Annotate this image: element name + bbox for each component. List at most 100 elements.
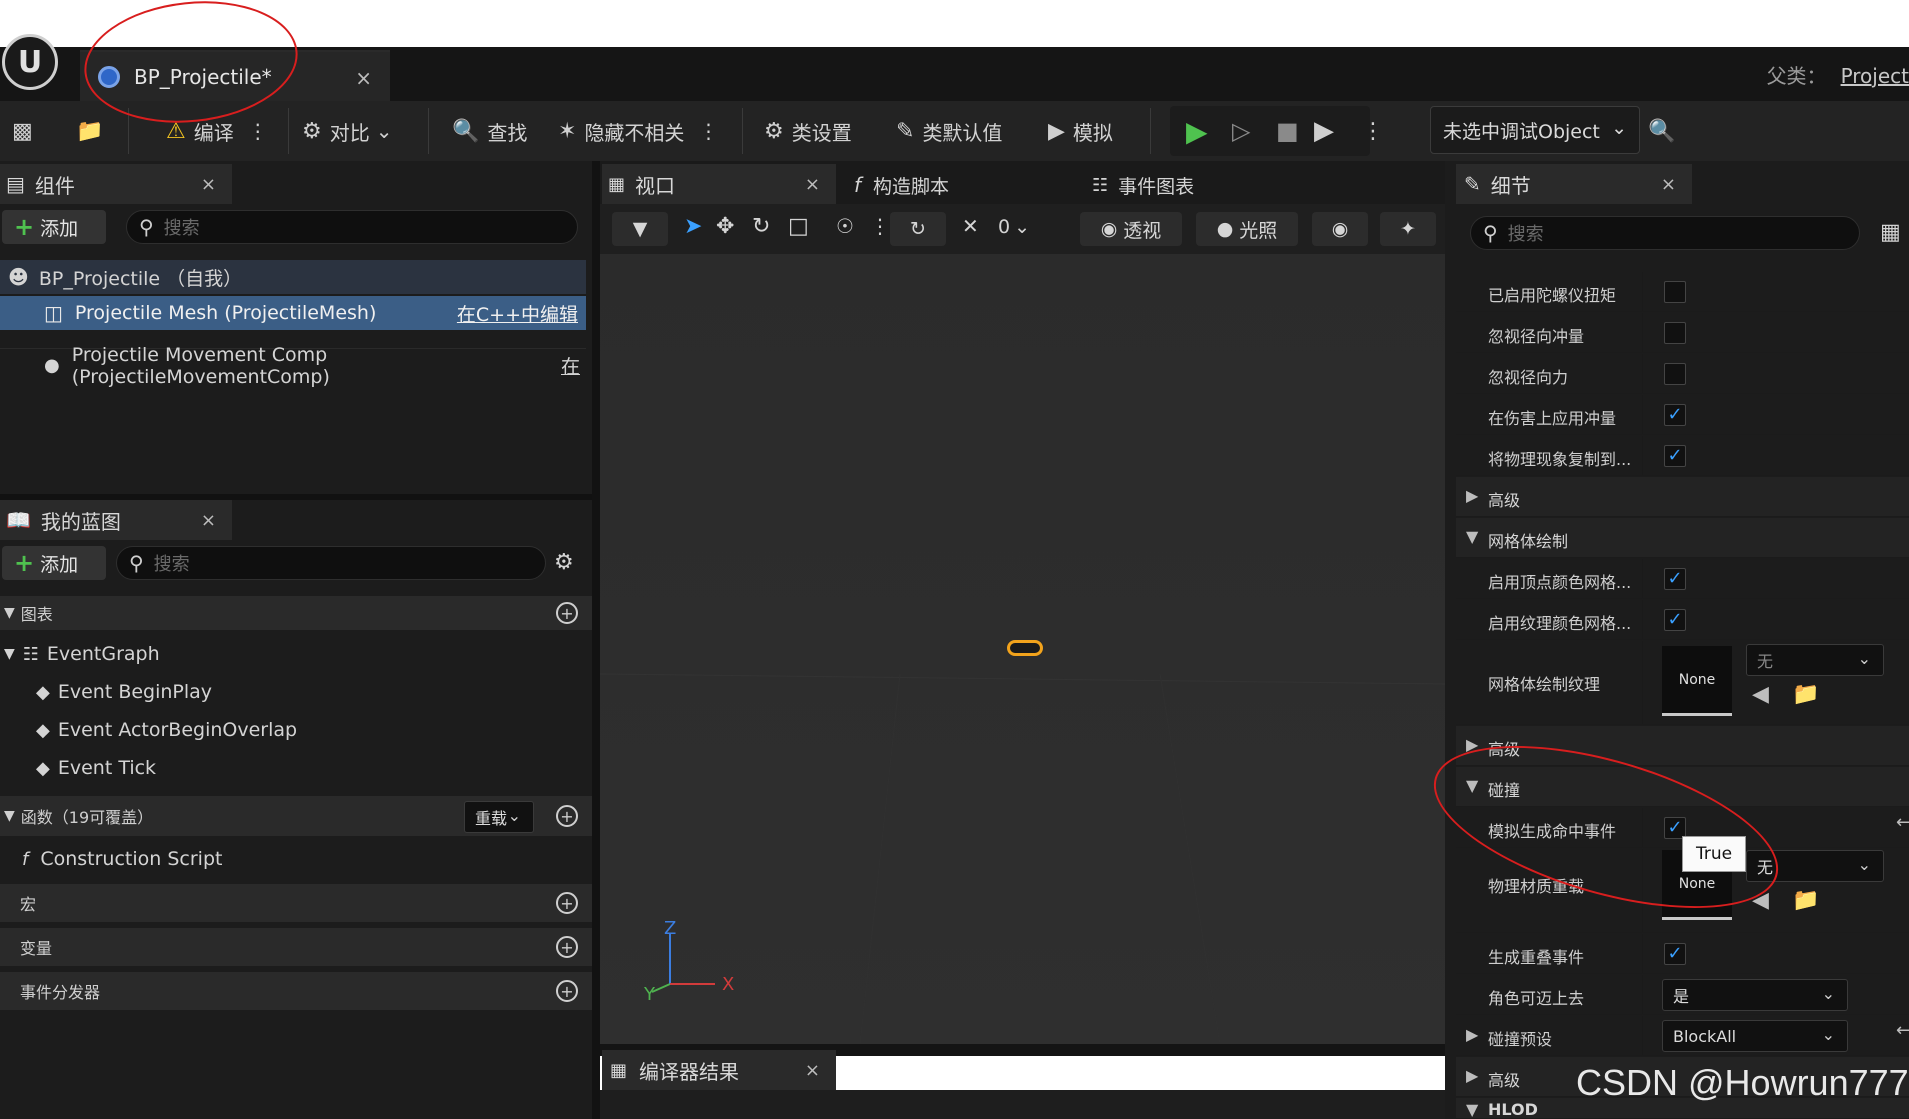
unreal-logo-icon[interactable]: U [2, 34, 58, 90]
reset-arrow-icon[interactable]: ← [1896, 812, 1909, 833]
lighting-button[interactable]: ● 光照 [1196, 212, 1298, 246]
component-row-projectile-movement[interactable]: ● Projectile Movement Comp (ProjectileMo… [0, 344, 586, 388]
details-search-input[interactable]: ⚲ 搜索 [1470, 216, 1860, 250]
add-dispatcher-icon[interactable]: + [556, 980, 578, 1002]
hide-unrelated-button[interactable]: ✶ 隐藏不相关 ⋮ [558, 112, 718, 150]
components-tab[interactable]: ▤ 组件 × [0, 164, 232, 204]
scale-tool-icon[interactable]: □ [788, 214, 809, 239]
parent-class-link[interactable]: Project [1841, 64, 1909, 88]
show-flags-button[interactable]: ◉ [1312, 212, 1368, 246]
tab-construction-script[interactable]: f 构造脚本 [854, 170, 949, 200]
play-button[interactable]: ▶ [1186, 112, 1208, 150]
property-checkbox[interactable]: ✓ [1664, 609, 1686, 631]
property-matrix-icon[interactable]: ▦ [1880, 220, 1901, 245]
compile-options-icon[interactable]: ⋮ [248, 119, 268, 143]
expand-triangle-icon[interactable]: ▶ [1466, 1025, 1478, 1044]
column-splitter[interactable] [592, 161, 600, 1119]
tab-event-graph[interactable]: ☷ 事件图表 [1092, 170, 1194, 200]
class-defaults-button[interactable]: ✎ 类默认值 [896, 112, 1002, 150]
select-tool-icon[interactable]: ➤ [684, 214, 702, 239]
close-viewport-icon[interactable]: × [805, 174, 820, 195]
edit-in-cpp-link[interactable]: 在C++中编辑 [457, 300, 578, 327]
snap-value[interactable]: 0 ⌄ [998, 216, 1030, 238]
surface-snap-button[interactable]: ↻ [890, 212, 946, 246]
chevron-down-icon: ⌄ [1857, 649, 1871, 668]
event-graph-item[interactable]: ▼ ☷ EventGraph [0, 638, 160, 670]
more-options-icon[interactable]: ⋮ [698, 119, 718, 143]
coordinate-space-icon[interactable]: ☉ [836, 214, 854, 238]
tab-compiler-results[interactable]: ▦ 编译器结果 × [602, 1050, 836, 1090]
edit-in-cpp-link[interactable]: 在 [561, 352, 580, 379]
variables-section[interactable]: 变量 [0, 928, 592, 966]
my-blueprint-tab[interactable]: 📖 我的蓝图 × [0, 500, 232, 540]
translate-tool-icon[interactable]: ✥ [716, 214, 734, 239]
browse-asset-icon[interactable]: 📁 [1792, 888, 1819, 913]
rotation-snap-icon[interactable]: ✕ [962, 214, 979, 238]
reset-arrow-icon[interactable]: ← [1896, 1020, 1909, 1041]
browse-button[interactable]: 📁 [76, 112, 111, 150]
hlod-label: HLOD [1488, 1100, 1538, 1119]
debug-find-icon[interactable]: 🔍 [1648, 112, 1683, 150]
my-blueprint-search-input[interactable]: ⚲ 搜索 [116, 546, 546, 580]
event-item[interactable]: ◆ Event Tick [36, 752, 156, 784]
property-checkbox[interactable]: ✓ [1664, 568, 1686, 590]
viewport-options-button[interactable]: ▼ [612, 212, 668, 246]
add-function-icon[interactable]: + [556, 805, 578, 827]
property-checkbox[interactable]: ✓ [1664, 404, 1686, 426]
perspective-button[interactable]: ◉ 透视 [1080, 212, 1182, 246]
simulate-button[interactable]: ▶ 模拟 [1048, 112, 1113, 150]
property-checkbox[interactable] [1664, 363, 1686, 385]
find-button[interactable]: 🔍 查找 [452, 112, 527, 150]
dispatchers-section[interactable]: 事件分发器 [0, 972, 592, 1010]
close-components-icon[interactable]: × [201, 174, 216, 195]
debug-object-select[interactable]: 未选中调试Object ⌄ [1430, 106, 1640, 154]
component-self-row[interactable]: ☻ BP_Projectile （自我） [0, 260, 586, 294]
close-compiler-icon[interactable]: × [805, 1060, 820, 1081]
property-checkbox[interactable]: ✓ [1664, 943, 1686, 965]
close-tab-icon[interactable]: × [355, 66, 372, 90]
add-component-button[interactable]: + 添加 [2, 210, 106, 244]
override-dropdown[interactable]: 重载 ⌄ [464, 801, 534, 833]
tab-viewport[interactable]: ▦ 视口 × [602, 164, 836, 204]
construction-script-item[interactable]: f Construction Script [0, 842, 222, 876]
macros-section[interactable]: 宏 [0, 884, 592, 922]
components-search-input[interactable]: ⚲ 搜索 [126, 210, 578, 244]
texture-thumbnail[interactable]: None [1662, 646, 1732, 716]
projectile-mesh-preview[interactable] [1007, 640, 1043, 656]
add-variable-icon[interactable]: + [556, 936, 578, 958]
property-row: 已启用陀螺仪扭矩 [1456, 272, 1909, 312]
use-selected-icon[interactable]: ◀ [1752, 682, 1769, 707]
play-options-icon[interactable]: ⋮ [1362, 112, 1384, 150]
component-row-projectile-mesh[interactable]: ◫ Projectile Mesh (ProjectileMesh) 在C++中… [0, 296, 586, 330]
property-checkbox[interactable] [1664, 281, 1686, 303]
mesh-paint-section[interactable]: ▼ 网格体绘制 [1456, 518, 1909, 558]
chevron-down-icon: ⌄ [1857, 855, 1871, 874]
rotate-tool-icon[interactable]: ↻ [752, 214, 770, 239]
stop-button[interactable]: ■ [1276, 112, 1299, 150]
property-checkbox[interactable] [1664, 322, 1686, 344]
browse-asset-icon[interactable]: 📁 [1792, 682, 1819, 707]
more-options-icon[interactable]: ⋮ [870, 214, 890, 238]
collision-preset-dropdown[interactable]: BlockAll ⌄ [1662, 1020, 1848, 1052]
save-button[interactable]: ▩ [12, 112, 41, 150]
event-item[interactable]: ◆ Event BeginPlay [36, 676, 212, 708]
viewport-canvas[interactable]: Z Y X [600, 254, 1445, 1044]
add-graph-icon[interactable]: + [556, 602, 578, 624]
diff-button[interactable]: ⚙ 对比 ⌄ [302, 112, 393, 150]
graphs-section[interactable]: ▼ 图表 [0, 596, 592, 630]
close-details-icon[interactable]: × [1661, 174, 1676, 195]
eject-button[interactable]: ▶ [1314, 112, 1334, 150]
step-button[interactable]: ▷ [1232, 112, 1250, 150]
texture-dropdown[interactable]: 无 ⌄ [1746, 644, 1884, 676]
add-member-button[interactable]: + 添加 [2, 546, 106, 580]
settings-gear-icon[interactable]: ⚙ [554, 550, 574, 575]
property-checkbox[interactable]: ✓ [1664, 445, 1686, 467]
close-my-blueprint-icon[interactable]: × [201, 510, 216, 531]
viewport-settings-button[interactable]: ✦ [1380, 212, 1436, 246]
advanced-section[interactable]: ▶ 高级 [1456, 477, 1909, 517]
event-item[interactable]: ◆ Event ActorBeginOverlap [36, 714, 297, 746]
details-tab[interactable]: ✎ 细节 × [1456, 164, 1692, 204]
class-settings-button[interactable]: ⚙ 类设置 [764, 112, 852, 150]
add-macro-icon[interactable]: + [556, 892, 578, 914]
step-up-dropdown[interactable]: 是 ⌄ [1662, 979, 1848, 1011]
